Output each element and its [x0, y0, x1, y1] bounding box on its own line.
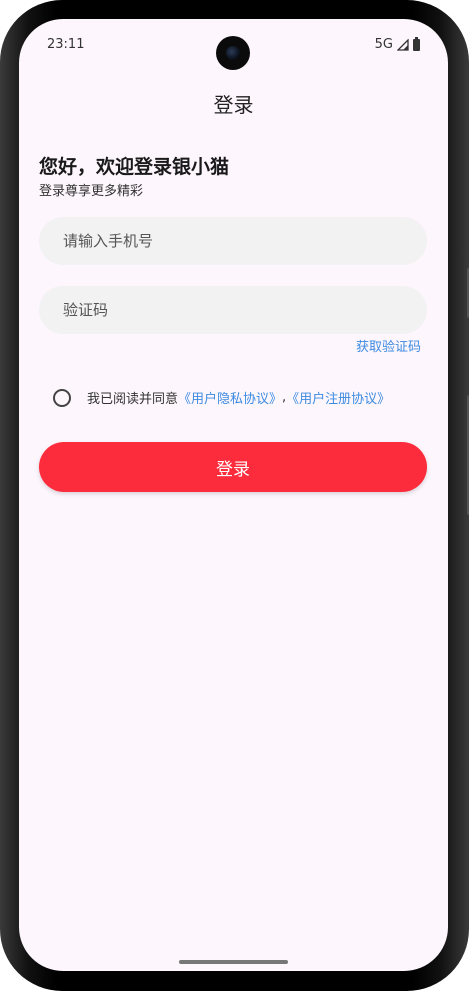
privacy-policy-link[interactable]: 《用户隐私协议》: [178, 388, 282, 407]
camera-lens: [226, 46, 240, 60]
status-indicators: 5G: [374, 36, 420, 52]
status-bar: 23:11 5G: [19, 19, 448, 71]
page-title: 登录: [213, 93, 254, 117]
agreement-prefix: 我已阅读并同意: [87, 392, 179, 407]
welcome-subtitle: 登录尊享更多精彩: [39, 184, 144, 199]
phone-input[interactable]: [39, 217, 427, 265]
signal-icon: [397, 38, 409, 51]
front-camera: [216, 36, 250, 70]
network-type: 5G: [374, 37, 393, 52]
login-screen: 23:11 5G 登录 您好，欢迎登录银小猫 登录尊享更多精彩 获取验证码 我已…: [19, 19, 448, 971]
login-button[interactable]: 登录: [39, 442, 427, 492]
status-time: 23:11: [47, 37, 85, 52]
registration-agreement-link[interactable]: 《用户注册协议》: [286, 388, 390, 407]
verification-code-input[interactable]: [39, 286, 427, 334]
battery-icon: [413, 36, 420, 51]
welcome-heading: 您好，欢迎登录银小猫: [39, 156, 230, 178]
home-indicator[interactable]: [179, 960, 288, 964]
get-code-link[interactable]: 获取验证码: [356, 336, 421, 355]
agreement-row: 我已阅读并同意 《用户隐私协议》 , 《用户注册协议》: [53, 388, 390, 407]
agreement-radio[interactable]: [53, 388, 71, 407]
phone-frame: 23:11 5G 登录 您好，欢迎登录银小猫 登录尊享更多精彩 获取验证码 我已…: [0, 0, 469, 991]
